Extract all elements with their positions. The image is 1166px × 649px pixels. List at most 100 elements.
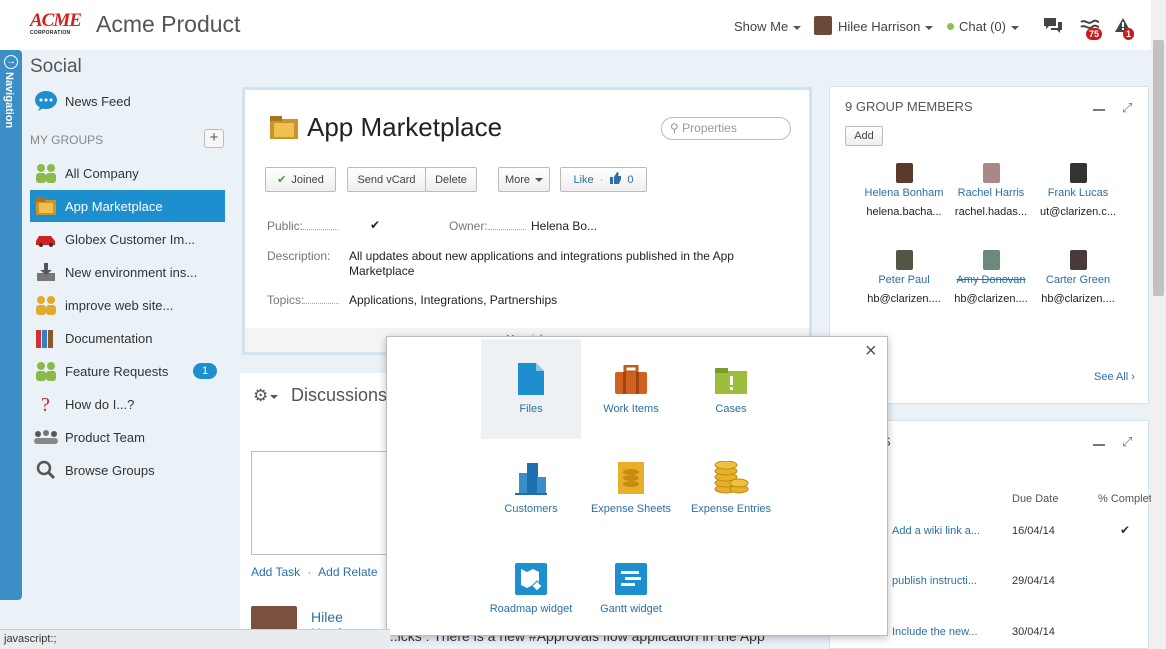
show-me-menu[interactable]: Show Me <box>734 19 802 34</box>
sidebar-item-improve-web-site[interactable]: improve web site... <box>30 289 225 321</box>
description-value: All updates about new applications and i… <box>349 249 734 278</box>
group-details-card: App Marketplace ⚲ Properties ✔ Joined Sen… <box>242 87 812 355</box>
search-icon <box>33 458 59 482</box>
member-card[interactable]: Amy Donovan hb@clarizen.... <box>946 250 1036 305</box>
add-related-link[interactable]: Add Relate <box>318 565 377 579</box>
table-row[interactable]: Include the new... <box>892 626 978 638</box>
activity-feed-icon[interactable]: 75 <box>1080 16 1103 40</box>
sidebar-item-documentation[interactable]: Documentation <box>30 322 225 354</box>
public-value: ✔ <box>370 218 381 232</box>
minimize-icon[interactable] <box>1093 444 1105 446</box>
folder-icon <box>269 114 299 143</box>
download-icon <box>33 260 59 284</box>
thumbs-up-icon <box>609 172 622 187</box>
gear-icon[interactable]: ⚙ <box>253 386 279 406</box>
sidebar-item-all-company[interactable]: All Company <box>30 157 225 189</box>
properties-search-input[interactable]: ⚲ Properties <box>661 117 791 140</box>
public-label: Public: <box>267 219 339 233</box>
avatar <box>895 250 913 270</box>
sidebar-item-product-team[interactable]: Product Team <box>30 421 225 453</box>
group-title: App Marketplace <box>307 112 503 142</box>
send-vcard-button[interactable]: Send vCard <box>347 167 426 192</box>
discussions-panel: ⚙ Discussions Add Task · Add Relate Hile… <box>240 373 391 649</box>
unread-count-badge: 1 <box>193 363 217 379</box>
search-icon: ⚲ <box>670 121 679 135</box>
section-title: Social <box>30 56 82 77</box>
column-header-complete[interactable]: % Complet <box>1098 493 1152 505</box>
gantt-icon <box>581 559 681 595</box>
sidebar-item-app-marketplace[interactable]: App Marketplace <box>30 190 225 222</box>
folder-icon <box>33 194 59 218</box>
add-member-button[interactable]: Add <box>845 126 883 146</box>
minimize-icon[interactable] <box>1093 109 1105 111</box>
popup-item-roadmap-widget[interactable]: Roadmap widget <box>481 539 581 639</box>
avatar <box>982 250 1000 270</box>
chat-menu[interactable]: Chat (0) <box>959 19 1019 34</box>
top-header: ACME CORPORATION Acme Product Show Me Hi… <box>0 0 1166 50</box>
sidebar-item-globex-customer[interactable]: Globex Customer Im... <box>30 223 225 255</box>
close-icon[interactable]: × <box>865 341 877 361</box>
expand-icon[interactable]: ⤢ <box>1122 434 1132 450</box>
svg-text:?: ? <box>41 394 50 415</box>
app-title: Acme Product <box>96 11 241 37</box>
popup-item-files[interactable]: Files <box>481 339 581 439</box>
members-title: 9 GROUP MEMBERS <box>845 99 973 114</box>
car-icon <box>33 227 59 251</box>
conversations-icon[interactable] <box>1042 16 1064 39</box>
popup-item-cases[interactable]: Cases <box>681 339 781 439</box>
member-card[interactable]: Helena Bonham helena.bacha... <box>859 163 949 218</box>
sidebar-item-how-do-i[interactable]: ? How do I...? <box>30 388 225 420</box>
popup-item-gantt-widget[interactable]: Gantt widget <box>581 539 681 639</box>
discussion-post-input[interactable] <box>251 451 391 555</box>
see-all-link[interactable]: See All › <box>1094 371 1135 383</box>
question-icon: ? <box>33 392 59 416</box>
due-date-cell: 30/04/14 <box>1012 626 1055 638</box>
sidebar-item-new-environment[interactable]: New environment ins... <box>30 256 225 288</box>
expand-icon[interactable]: ⤢ <box>1122 100 1132 116</box>
popup-item-expense-entries[interactable]: Expense Entries <box>681 439 781 539</box>
company-logo[interactable]: ACME CORPORATION <box>30 11 82 38</box>
due-date-cell: 16/04/14 <box>1012 525 1055 537</box>
briefcase-icon <box>581 359 681 395</box>
delete-button[interactable]: Delete <box>425 167 477 192</box>
expense-sheet-icon <box>581 459 681 495</box>
coins-icon <box>681 459 781 495</box>
scrollbar-thumb[interactable] <box>1153 40 1164 296</box>
table-row[interactable]: Add a wiki link a... <box>892 525 980 537</box>
popup-item-expense-sheets[interactable]: Expense Sheets <box>581 439 681 539</box>
member-card[interactable]: Rachel Harris rachel.hadas... <box>946 163 1036 218</box>
check-icon: ✔ <box>277 174 287 186</box>
people-icon <box>33 161 59 185</box>
table-row[interactable]: publish instructi... <box>892 575 977 587</box>
column-header-due-date[interactable]: Due Date <box>1012 493 1058 505</box>
arrow-right-icon: → <box>4 55 18 69</box>
owner-value[interactable]: Helena Bo... <box>531 219 597 233</box>
avatar <box>1069 163 1087 183</box>
like-button[interactable]: Like · 0 <box>560 167 647 192</box>
sidebar-item-browse-groups[interactable]: Browse Groups <box>30 454 225 486</box>
add-task-link[interactable]: Add Task <box>251 565 300 579</box>
navigation-drawer-tab[interactable]: → Navigation <box>0 50 22 600</box>
description-label: Description: <box>267 249 331 263</box>
owner-label: Owner: <box>449 219 526 233</box>
feed-count-badge: 75 <box>1086 28 1103 40</box>
member-card[interactable]: Carter Green hb@clarizen.... <box>1033 250 1123 305</box>
popup-item-work-items[interactable]: Work Items <box>581 339 681 439</box>
buildings-icon <box>481 459 581 495</box>
alerts-icon[interactable]: 1 <box>1114 17 1135 40</box>
sidebar-item-news-feed[interactable]: News Feed <box>30 85 225 117</box>
sidebar-item-feature-requests[interactable]: Feature Requests 1 <box>30 355 225 387</box>
joined-button[interactable]: ✔ Joined <box>265 167 336 192</box>
popup-item-customers[interactable]: Customers <box>481 439 581 539</box>
user-avatar[interactable] <box>814 16 832 35</box>
add-related-popup: × Files Work Items Cases Customers Expen… <box>386 336 888 636</box>
my-groups-heading: MY GROUPS <box>30 133 104 147</box>
add-group-button[interactable]: + <box>204 129 224 148</box>
user-menu[interactable]: Hilee Harrison <box>838 19 934 34</box>
member-card[interactable]: Frank Lucas ut@clarizen.c... <box>1033 163 1123 218</box>
member-card[interactable]: Peter Paul hb@clarizen.... <box>859 250 949 305</box>
topics-value: Applications, Integrations, Partnerships <box>349 293 558 307</box>
complete-check: ✔ <box>1120 523 1131 537</box>
more-button[interactable]: More <box>498 167 550 192</box>
roadmap-icon <box>481 559 581 595</box>
